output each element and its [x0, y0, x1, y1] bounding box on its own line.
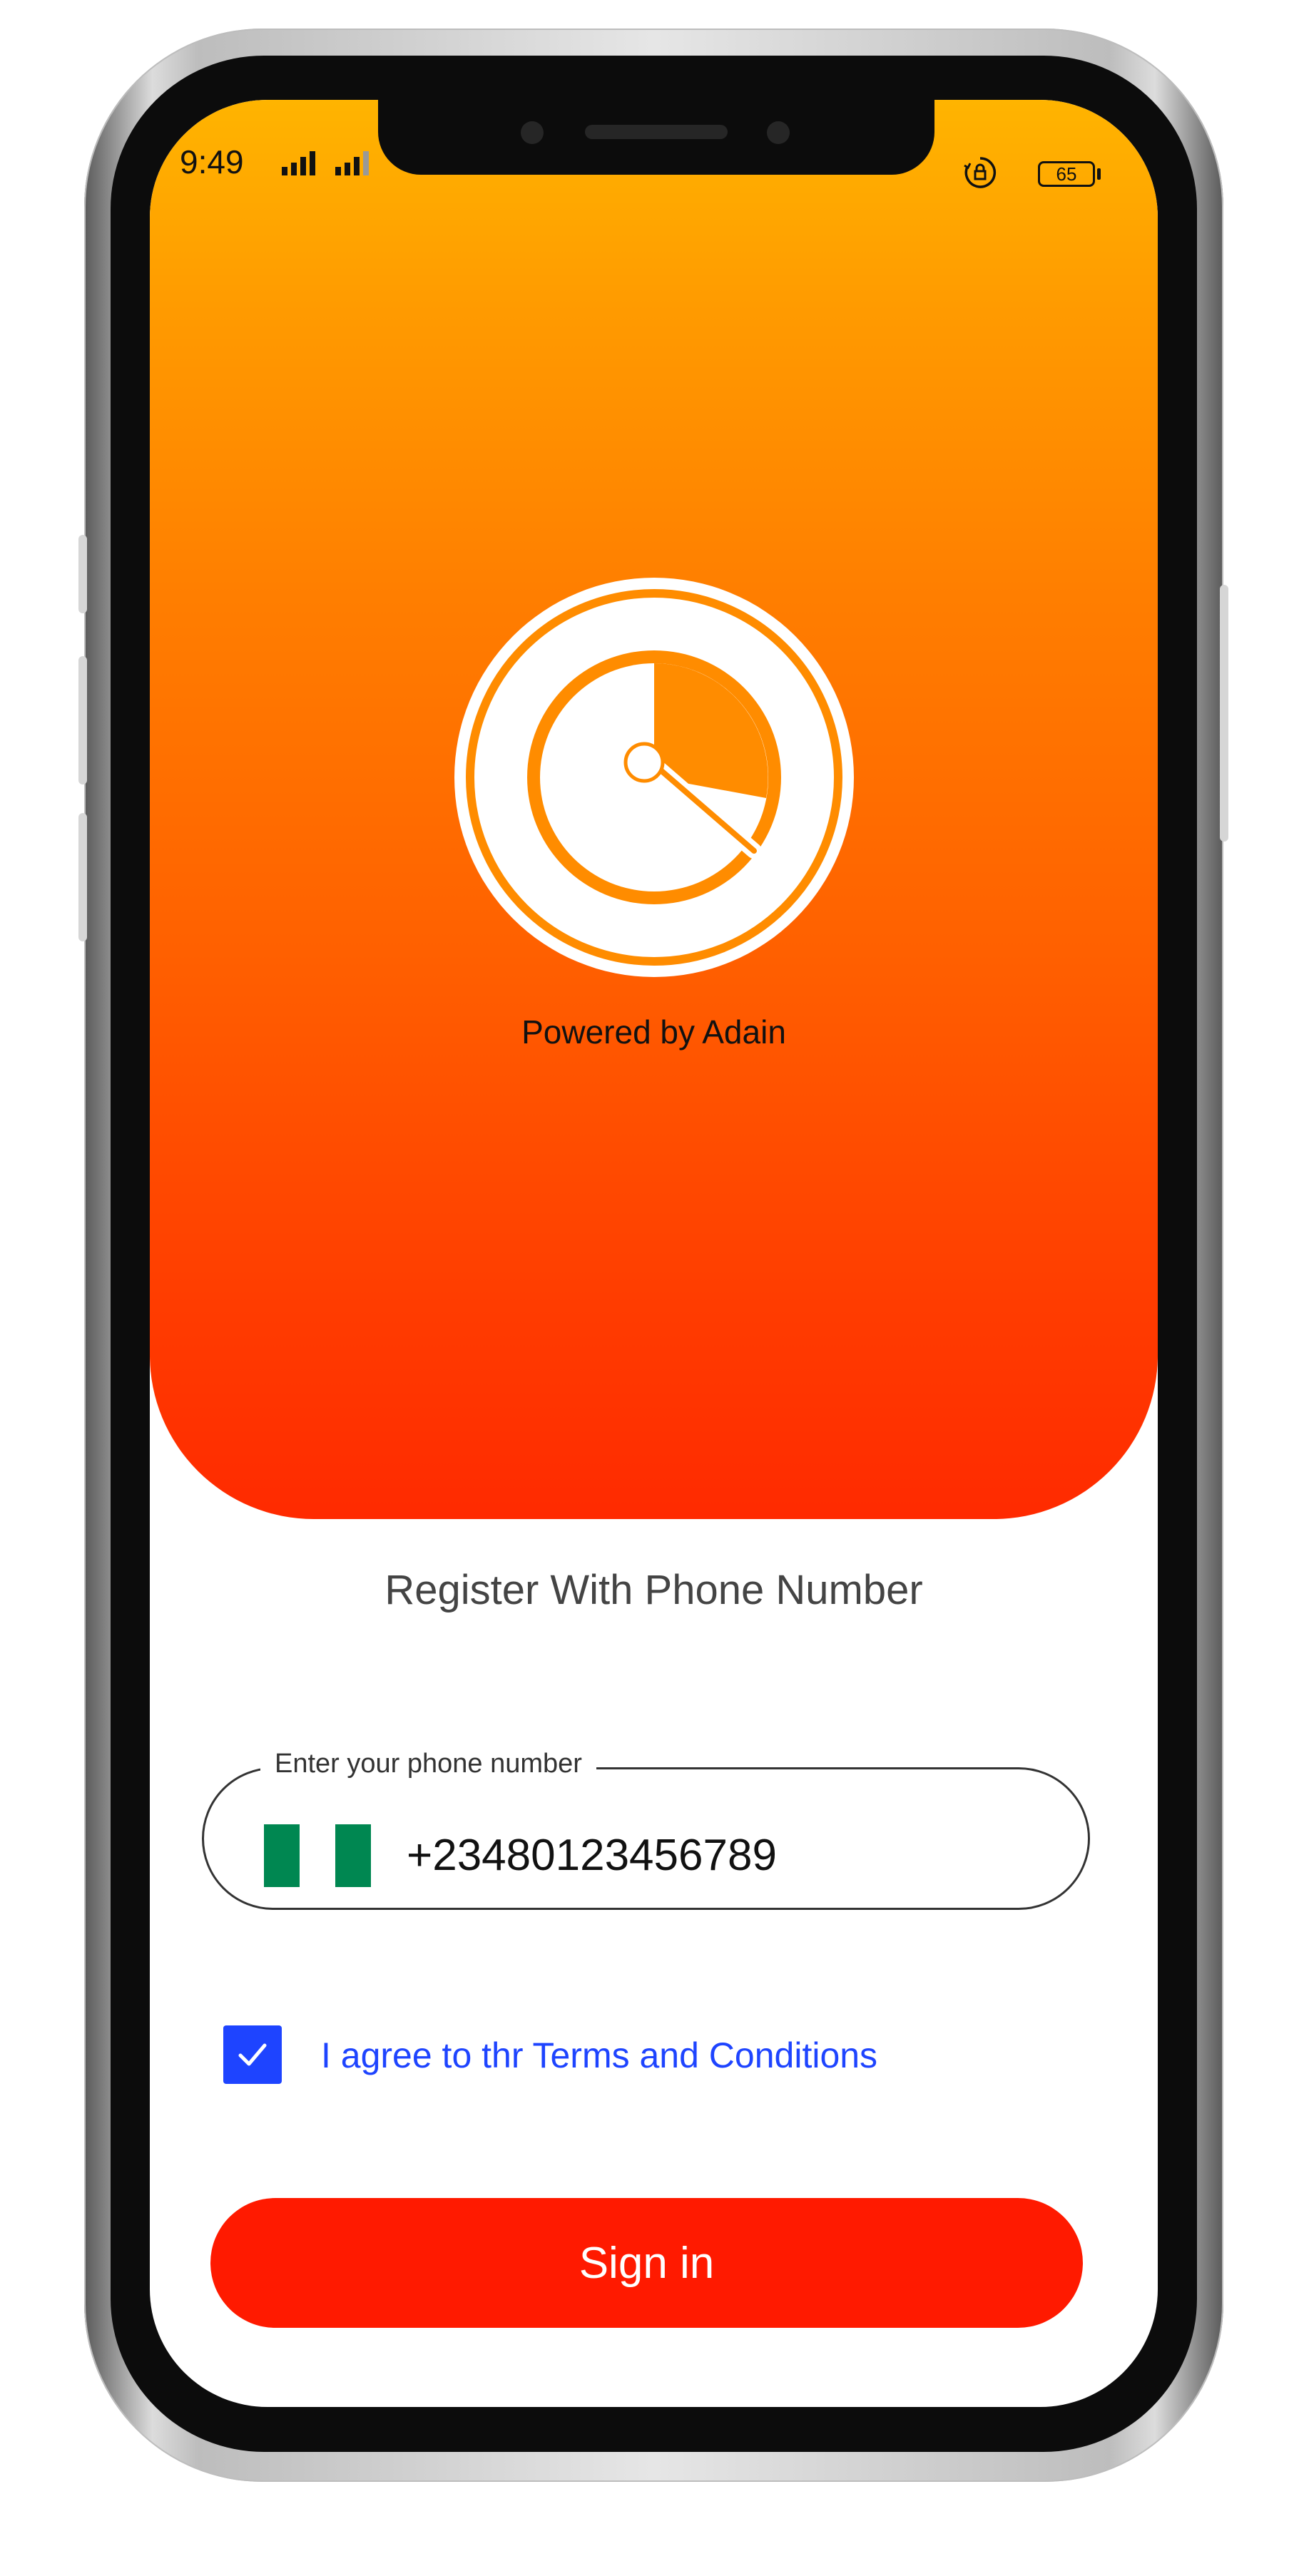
powered-by-label: Powered by Adain	[521, 1013, 786, 1051]
terms-checkbox[interactable]	[223, 2025, 282, 2084]
side-button	[78, 535, 87, 613]
rotation-lock-icon	[964, 157, 997, 188]
phone-number-value[interactable]: +23480123456789	[407, 1824, 777, 1887]
cellular-signal-icon	[282, 150, 315, 175]
battery-tip	[1097, 168, 1101, 180]
flag-stripe	[264, 1824, 300, 1887]
camera-icon	[521, 121, 544, 144]
sign-in-button[interactable]: Sign in	[210, 2198, 1083, 2328]
side-button	[1220, 585, 1228, 842]
speaker-grille	[585, 125, 728, 139]
battery-level: 65	[1056, 163, 1077, 185]
hero-banner: 9:49 65 Powered by Adain	[150, 100, 1158, 1519]
app-screen: 9:49 65 Powered by Adain Register With P…	[150, 100, 1158, 2407]
clock-logo-icon	[454, 578, 854, 977]
side-button	[78, 813, 87, 941]
battery-icon: 65	[1038, 161, 1095, 187]
checkmark-icon	[238, 2043, 267, 2066]
nigeria-flag-icon[interactable]	[264, 1824, 371, 1887]
side-button	[78, 656, 87, 784]
phone-number-label: Enter your phone number	[260, 1749, 596, 1779]
register-title: Register With Phone Number	[384, 1567, 923, 1613]
sensor-icon	[767, 121, 790, 144]
camera-notch	[378, 100, 934, 175]
status-time: 9:49	[180, 143, 244, 180]
flag-stripe	[335, 1824, 371, 1887]
cellular-signal-icon	[335, 150, 369, 175]
terms-link[interactable]: I agree to thr Terms and Conditions	[321, 2034, 877, 2077]
flag-stripe	[300, 1824, 335, 1887]
